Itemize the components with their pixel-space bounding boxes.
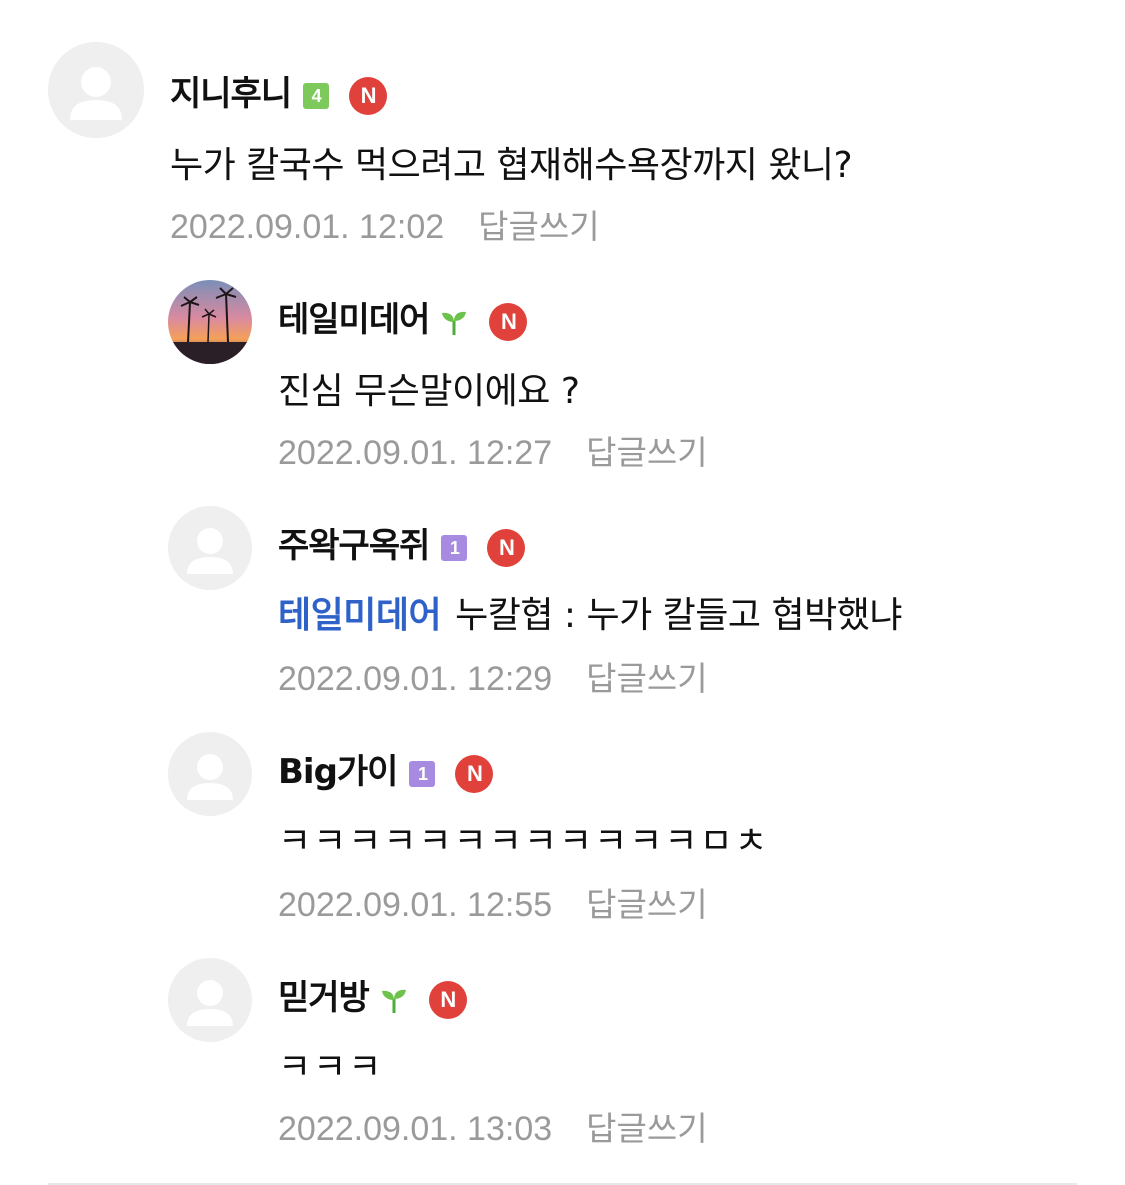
comment-text: ㅋㅋㅋ xyxy=(278,1047,384,1088)
naver-n-badge: N xyxy=(489,302,528,341)
author-line: 주왁구옥쥐 1 N xyxy=(278,518,526,567)
reply-button[interactable]: 답글쓰기 xyxy=(586,885,707,924)
comment-text: 테일미데어 누칼협 : 누가 칼들고 협박했냐 xyxy=(278,586,902,638)
default-profile-icon xyxy=(168,958,252,1042)
comment-meta: 2022.09.01. 12:02 답글쓰기 xyxy=(170,200,600,248)
default-profile-icon xyxy=(48,42,144,138)
author-name[interactable]: 주왁구옥쥐 xyxy=(278,526,430,566)
comment-date: 2022.09.01. 13:03 xyxy=(278,1110,553,1148)
default-profile-icon xyxy=(168,732,252,816)
level-badge: 4 xyxy=(303,82,330,109)
reply-button[interactable]: 답글쓰기 xyxy=(586,659,707,698)
author-name[interactable]: Big가이 xyxy=(278,752,398,792)
comment-text: 진심 무슨말이에요 ? xyxy=(278,371,580,412)
naver-n-badge: N xyxy=(455,754,494,793)
naver-n-badge: N xyxy=(349,76,388,115)
default-profile-icon xyxy=(168,506,252,590)
author-line: 믿거방 N xyxy=(278,970,467,1019)
level-badge: 1 xyxy=(441,534,468,561)
author-line: 지니후니 4 N xyxy=(170,66,388,115)
comment-body: 누칼협 : 누가 칼들고 협박했냐 xyxy=(455,595,902,636)
mention-link[interactable]: 테일미데어 xyxy=(278,595,442,636)
comment-date: 2022.09.01. 12:55 xyxy=(278,886,553,924)
sprout-icon xyxy=(439,307,469,337)
avatar[interactable] xyxy=(48,42,144,138)
comment-meta: 2022.09.01. 13:03 답글쓰기 xyxy=(278,1102,708,1150)
comment-meta: 2022.09.01. 12:27 답글쓰기 xyxy=(278,426,708,474)
comment-date: 2022.09.01. 12:02 xyxy=(170,208,445,246)
comment-text: ㅋㅋㅋㅋㅋㅋㅋㅋㅋㅋㅋㅋㅁㅊ xyxy=(278,821,770,862)
avatar[interactable] xyxy=(168,958,252,1042)
naver-n-badge: N xyxy=(487,528,526,567)
comment-meta: 2022.09.01. 12:55 답글쓰기 xyxy=(278,878,708,926)
avatar[interactable] xyxy=(168,506,252,590)
avatar[interactable] xyxy=(168,280,252,364)
author-name[interactable]: 믿거방 xyxy=(278,978,370,1018)
comment-text: 누가 칼국수 먹으려고 협재해수욕장까지 왔니? xyxy=(170,145,853,186)
level-badge: 1 xyxy=(409,760,436,787)
reply-button[interactable]: 답글쓰기 xyxy=(478,207,599,246)
reply-button[interactable]: 답글쓰기 xyxy=(586,1109,707,1148)
naver-n-badge: N xyxy=(428,980,467,1019)
reply-button[interactable]: 답글쓰기 xyxy=(586,433,707,472)
comment-meta: 2022.09.01. 12:29 답글쓰기 xyxy=(278,652,708,700)
sunset-palm-avatar-image xyxy=(168,280,252,364)
author-name[interactable]: 지니후니 xyxy=(170,74,292,114)
sprout-icon xyxy=(379,985,409,1015)
comment-date: 2022.09.01. 12:29 xyxy=(278,660,553,698)
author-name[interactable]: 테일미데어 xyxy=(278,300,430,340)
author-line: Big가이 1 N xyxy=(278,744,494,793)
comment-date: 2022.09.01. 12:27 xyxy=(278,434,553,472)
avatar[interactable] xyxy=(168,732,252,816)
author-line: 테일미데어 N xyxy=(278,292,528,341)
